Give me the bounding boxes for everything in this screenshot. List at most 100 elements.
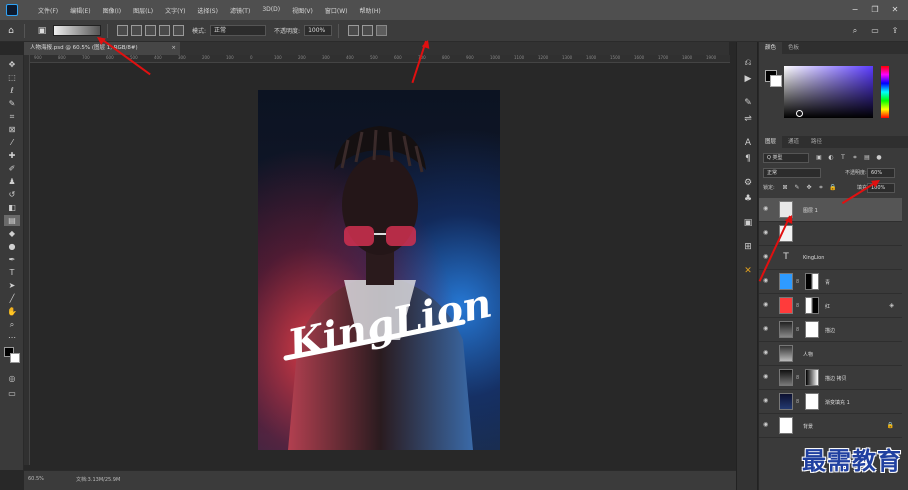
workspace-icon[interactable]: ▭ bbox=[868, 24, 882, 37]
layer-mask-thumbnail[interactable] bbox=[805, 369, 819, 386]
color-picker-field[interactable] bbox=[784, 66, 873, 118]
reverse-checkbox-icon[interactable] bbox=[348, 25, 360, 36]
smart-object-filter-icon[interactable]: ▤ bbox=[863, 153, 871, 162]
layer-mask-thumbnail[interactable] bbox=[805, 393, 819, 410]
panel-background-swatch[interactable] bbox=[770, 75, 782, 87]
layer-row[interactable]: ◉ 人物 bbox=[759, 342, 902, 366]
character-panel-icon[interactable]: A bbox=[740, 136, 756, 150]
quick-mask-icon[interactable]: ◎ bbox=[4, 373, 20, 384]
more-tools-icon[interactable]: ⋯ bbox=[4, 332, 20, 343]
visibility-eye-icon[interactable]: ◉ bbox=[763, 422, 771, 428]
lock-position-icon[interactable]: ✥ bbox=[805, 183, 813, 192]
pixel-filter-icon[interactable]: ▣ bbox=[815, 153, 823, 162]
tab-paths[interactable]: 路径 bbox=[805, 136, 828, 148]
layer-row[interactable]: ◉ 8 青 bbox=[759, 270, 902, 294]
layer-row[interactable]: ◉ T KingLion bbox=[759, 246, 902, 270]
layer-mask-thumbnail[interactable] bbox=[805, 273, 819, 290]
mode-select[interactable]: 正常 bbox=[210, 25, 267, 36]
menu-select[interactable]: 选择(S) bbox=[191, 6, 224, 15]
color-picker-handle[interactable] bbox=[796, 110, 803, 117]
close-tab-icon[interactable]: × bbox=[171, 42, 176, 55]
lock-transparency-icon[interactable]: ⊠ bbox=[781, 183, 789, 192]
layer-row[interactable]: ◉ 图层 1 bbox=[759, 198, 902, 222]
visibility-eye-icon[interactable]: ◉ bbox=[763, 398, 771, 404]
filter-toggle-icon[interactable]: ● bbox=[875, 153, 883, 162]
dither-checkbox-icon[interactable] bbox=[362, 25, 374, 36]
search-icon[interactable]: ⌕ bbox=[848, 24, 862, 37]
visibility-eye-icon[interactable]: ◉ bbox=[763, 326, 771, 332]
home-icon[interactable]: ⌂ bbox=[4, 24, 18, 38]
menu-3d[interactable]: 3D(D) bbox=[256, 6, 286, 15]
shape-tool-icon[interactable]: ╱ bbox=[4, 293, 20, 304]
layer-opacity-input[interactable]: 60% bbox=[867, 168, 895, 178]
hand-tool-icon[interactable]: ✋ bbox=[4, 306, 20, 317]
brush-settings-icon[interactable]: ✎ bbox=[740, 96, 756, 110]
type-filter-icon[interactable]: T bbox=[839, 153, 847, 162]
visibility-eye-icon[interactable]: ◉ bbox=[763, 230, 771, 236]
adjustments-icon[interactable]: ⇌ bbox=[740, 112, 756, 126]
blur-tool-icon[interactable]: ◆ bbox=[4, 228, 20, 239]
tab-swatches[interactable]: 色板 bbox=[782, 42, 805, 54]
tab-channels[interactable]: 通道 bbox=[782, 136, 805, 148]
menu-view[interactable]: 视图(V) bbox=[286, 6, 319, 15]
tab-layers[interactable]: 图层 bbox=[759, 136, 783, 148]
transparency-checkbox-icon[interactable] bbox=[376, 25, 388, 36]
layer-mask-thumbnail[interactable] bbox=[805, 297, 819, 314]
lock-all-icon[interactable]: 🔒 bbox=[829, 183, 837, 192]
type-tool-icon[interactable]: T bbox=[4, 267, 20, 278]
reflected-gradient-icon[interactable] bbox=[159, 25, 170, 36]
layer-row[interactable]: ◉ 8 描边 拷贝 bbox=[759, 366, 902, 390]
visibility-eye-icon[interactable]: ◉ bbox=[763, 350, 771, 356]
lock-pixels-icon[interactable]: ✎ bbox=[793, 183, 801, 192]
lasso-tool-icon[interactable]: ℓ bbox=[4, 85, 20, 96]
color-swatches[interactable] bbox=[4, 347, 20, 363]
eraser-tool-icon[interactable]: ◧ bbox=[4, 202, 20, 213]
dodge-tool-icon[interactable]: ● bbox=[4, 241, 20, 252]
crop-tool-icon[interactable]: ⌗ bbox=[4, 111, 20, 122]
poster-image[interactable]: KingLion bbox=[258, 90, 500, 450]
blend-mode-select[interactable]: 正常 bbox=[763, 168, 821, 178]
lock-artboard-icon[interactable]: ⌗ bbox=[817, 183, 825, 192]
visibility-eye-icon[interactable]: ◉ bbox=[763, 374, 771, 380]
tab-color[interactable]: 颜色 bbox=[759, 42, 783, 54]
layer-row[interactable]: ◉ 8 渐变填充 1 bbox=[759, 390, 902, 414]
styles-panel-icon[interactable]: ⚙ bbox=[740, 176, 756, 190]
menu-image[interactable]: 图像(I) bbox=[97, 6, 127, 15]
brush-tool-icon[interactable]: ✐ bbox=[4, 163, 20, 174]
gradient-preview[interactable] bbox=[53, 25, 101, 36]
quick-select-tool-icon[interactable]: ✎ bbox=[4, 98, 20, 109]
layer-filter-select[interactable]: Q 类型 bbox=[763, 153, 809, 163]
restore-icon[interactable]: ❐ bbox=[868, 3, 882, 16]
diamond-gradient-icon[interactable] bbox=[173, 25, 184, 36]
clone-source-icon[interactable]: ♣ bbox=[740, 192, 756, 206]
visibility-eye-icon[interactable]: ◉ bbox=[763, 206, 771, 212]
document-tab[interactable]: 人物海报.psd @ 60.5% (图层 1, RGB/8#) × bbox=[24, 42, 180, 55]
menu-help[interactable]: 帮助(H) bbox=[354, 6, 387, 15]
linear-gradient-icon[interactable] bbox=[117, 25, 128, 36]
minimize-icon[interactable]: − bbox=[848, 3, 862, 16]
hue-slider[interactable] bbox=[881, 66, 889, 118]
layer-mask-thumbnail[interactable] bbox=[805, 321, 819, 338]
paragraph-panel-icon[interactable]: ¶ bbox=[740, 152, 756, 166]
menu-window[interactable]: 窗口(W) bbox=[319, 6, 354, 15]
menu-edit[interactable]: 编辑(E) bbox=[64, 6, 96, 15]
layer-effects-icon[interactable]: ◈ bbox=[889, 302, 894, 309]
zoom-tool-icon[interactable]: ⌕ bbox=[4, 319, 20, 330]
move-tool-icon[interactable]: ✥ bbox=[4, 59, 20, 70]
history-panel-icon[interactable]: ⎌ bbox=[740, 56, 756, 70]
radial-gradient-icon[interactable] bbox=[131, 25, 142, 36]
close-window-icon[interactable]: ✕ bbox=[888, 3, 902, 16]
path-select-tool-icon[interactable]: ➤ bbox=[4, 280, 20, 291]
angle-gradient-icon[interactable] bbox=[145, 25, 156, 36]
share-icon[interactable]: ⇪ bbox=[888, 24, 902, 37]
history-brush-tool-icon[interactable]: ↺ bbox=[4, 189, 20, 200]
visibility-eye-icon[interactable]: ◉ bbox=[763, 278, 771, 284]
properties-icon[interactable]: ⊞ bbox=[740, 240, 756, 254]
clone-stamp-tool-icon[interactable]: ♟ bbox=[4, 176, 20, 187]
adjustment-filter-icon[interactable]: ◐ bbox=[827, 153, 835, 162]
actions-panel-icon[interactable]: ▶ bbox=[740, 72, 756, 86]
menu-layer[interactable]: 图层(L) bbox=[127, 6, 159, 15]
shape-filter-icon[interactable]: ⌗ bbox=[851, 153, 859, 162]
layer-row[interactable]: ◉ 8 红 ◈ bbox=[759, 294, 902, 318]
screen-mode-icon[interactable]: ▭ bbox=[4, 388, 20, 399]
